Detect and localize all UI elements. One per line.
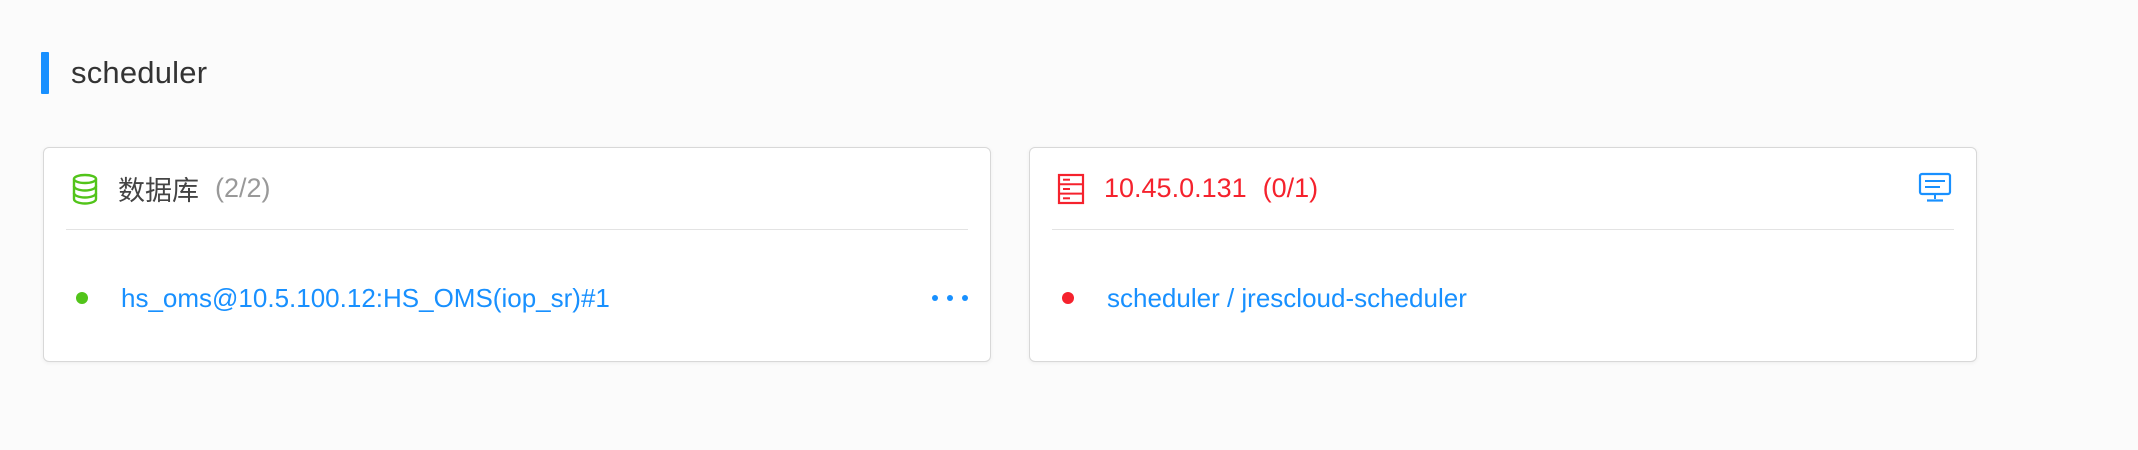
host-card-count: (0/1) bbox=[1262, 173, 1319, 203]
database-card: 数据库 (2/2) hs_oms@10.5.100.12:HS_OMS(iop_… bbox=[43, 147, 991, 362]
section-header: scheduler bbox=[41, 51, 207, 95]
database-card-header: 数据库 (2/2) bbox=[66, 148, 968, 230]
monitor-icon[interactable] bbox=[1918, 172, 1952, 204]
host-card: 10.45.0.131 (0/1) scheduler / jrescloud-… bbox=[1029, 147, 1977, 362]
ellipsis-icon[interactable] bbox=[932, 286, 968, 310]
section-title: scheduler bbox=[71, 55, 208, 90]
section-accent-bar bbox=[41, 52, 49, 94]
status-dot-offline bbox=[1062, 292, 1074, 304]
host-list-item: scheduler / jrescloud-scheduler bbox=[1062, 278, 1954, 318]
host-card-header: 10.45.0.131 (0/1) bbox=[1052, 148, 1954, 230]
status-dot-online bbox=[76, 292, 88, 304]
host-service-link[interactable]: scheduler / jrescloud-scheduler bbox=[1107, 283, 1467, 314]
host-card-title: 10.45.0.131 bbox=[1104, 173, 1247, 203]
database-connection-link[interactable]: hs_oms@10.5.100.12:HS_OMS(iop_sr)#1 bbox=[121, 283, 610, 314]
database-list-item: hs_oms@10.5.100.12:HS_OMS(iop_sr)#1 bbox=[76, 278, 968, 318]
database-card-count: (2/2) bbox=[215, 173, 271, 203]
page: scheduler 数据库 (2/2) hs_oms@10.5.100.12:H… bbox=[0, 0, 2138, 450]
server-icon bbox=[1056, 172, 1086, 206]
database-card-title: 数据库 bbox=[118, 176, 199, 206]
database-icon bbox=[70, 172, 100, 206]
